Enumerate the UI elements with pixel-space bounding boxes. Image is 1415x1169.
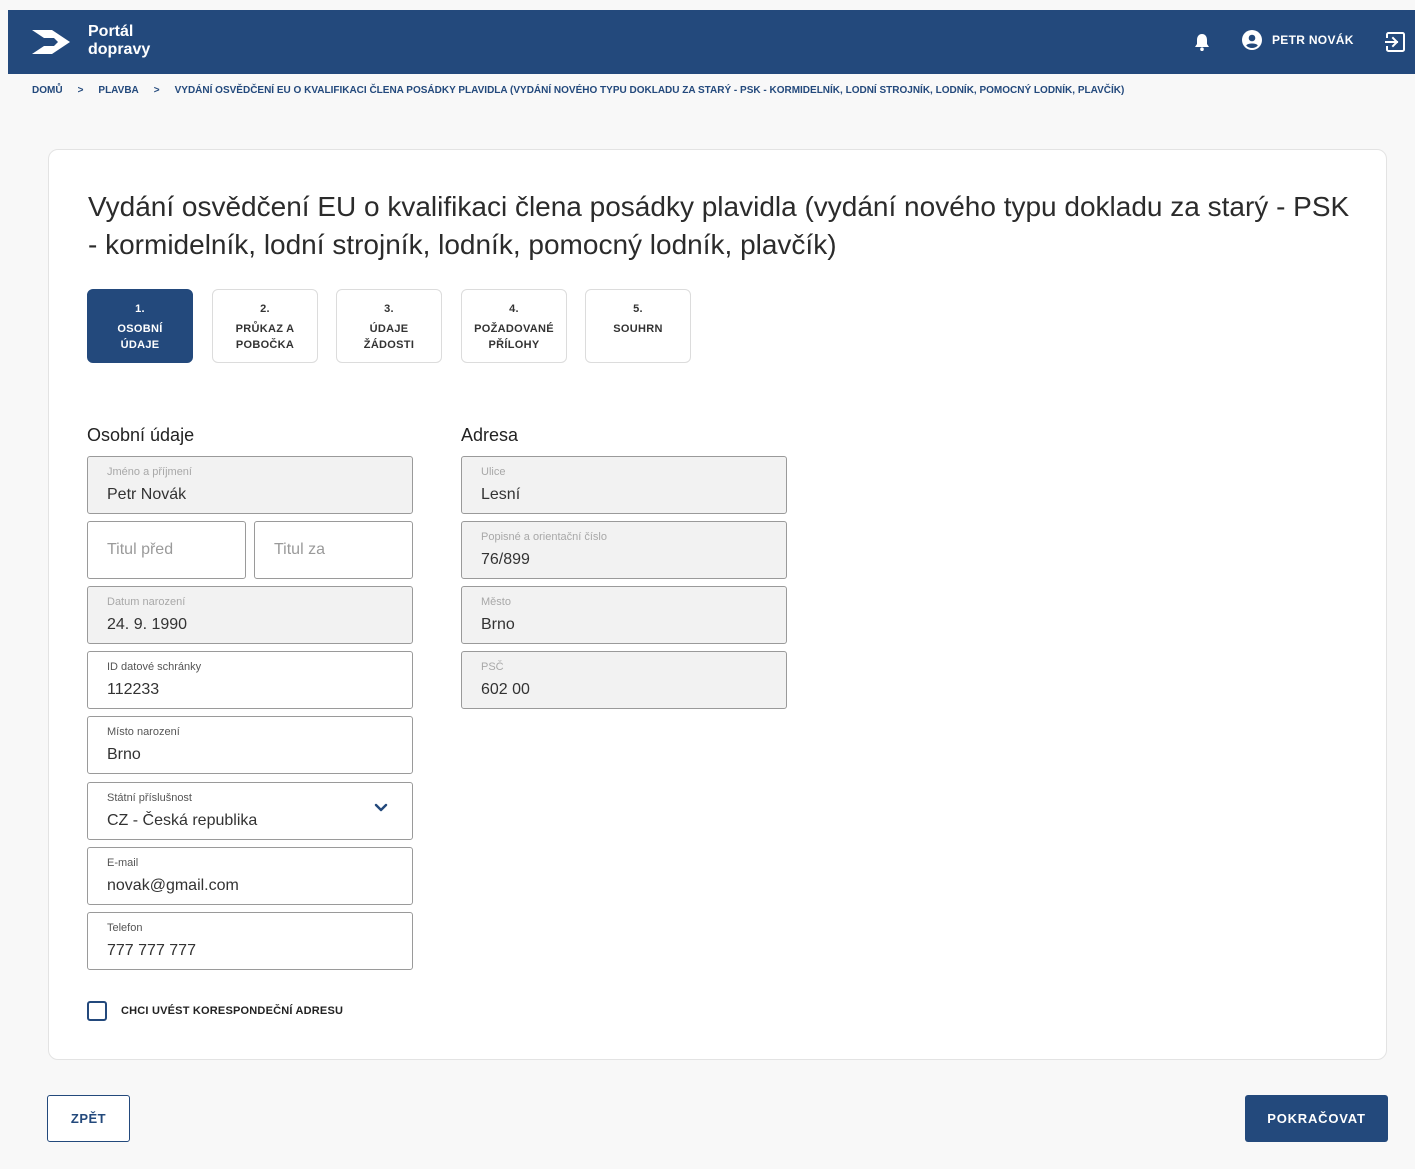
field-value: Brno bbox=[481, 616, 515, 633]
step-number: 5. bbox=[633, 303, 643, 315]
field-label: Popisné a orientační číslo bbox=[481, 531, 607, 543]
step-number: 2. bbox=[260, 303, 270, 315]
chevron-down-icon[interactable] bbox=[374, 803, 388, 813]
databox-id-field[interactable]: ID datové schránky 112233 bbox=[87, 651, 413, 709]
field-value: 602 00 bbox=[481, 681, 530, 698]
breadcrumb: DOMŮ > PLAVBA > VYDÁNÍ OSVĚDČENÍ EU O KV… bbox=[32, 85, 1124, 96]
field-value: 76/899 bbox=[481, 551, 530, 568]
step-label: SOUHRN bbox=[613, 323, 663, 335]
field-label: Místo narození bbox=[107, 726, 180, 738]
brand-line-1: Portál bbox=[88, 23, 134, 40]
field-label: PSČ bbox=[481, 661, 504, 673]
field-label: Telefon bbox=[107, 922, 143, 934]
citizenship-select[interactable]: Státní příslušnost CZ - Česká republika bbox=[87, 782, 413, 840]
field-value: 24. 9. 1990 bbox=[107, 616, 188, 633]
field-placeholder: Titul za bbox=[274, 541, 325, 558]
brand-line-2: dopravy bbox=[88, 41, 151, 58]
field-placeholder: Titul před bbox=[107, 541, 174, 558]
address-section-title: Adresa bbox=[461, 425, 519, 445]
field-label: E-mail bbox=[107, 857, 139, 869]
page-title: Vydání osvědčení EU o kvalifikaci člena … bbox=[88, 191, 1350, 260]
zip-field[interactable]: PSČ 602 00 bbox=[461, 651, 787, 709]
step-1-personal-data[interactable]: 1. OSOBNÍ ÚDAJE bbox=[87, 289, 193, 363]
field-value: Brno bbox=[107, 746, 141, 763]
field-value: CZ - Česká republika bbox=[107, 812, 258, 829]
breadcrumb-item-current: VYDÁNÍ OSVĚDČENÍ EU O KVALIFIKACI ČLENA … bbox=[174, 85, 1125, 96]
phone-field[interactable]: Telefon 777 777 777 bbox=[87, 912, 413, 970]
field-label: ID datové schránky bbox=[107, 661, 202, 673]
step-label: ÚDAJE ŽÁDOSTI bbox=[363, 323, 415, 351]
logout-icon[interactable] bbox=[1383, 30, 1407, 54]
title-before-field[interactable]: Titul před bbox=[87, 521, 246, 579]
step-number: 3. bbox=[384, 303, 394, 315]
field-label: Datum narození bbox=[107, 596, 186, 608]
breadcrumb-separator: > bbox=[153, 85, 160, 96]
correspondence-address-checkbox[interactable] bbox=[87, 1001, 107, 1021]
step-number: 4. bbox=[509, 303, 519, 315]
brand-title[interactable]: Portál dopravy bbox=[88, 23, 150, 59]
field-value: 777 777 777 bbox=[107, 942, 196, 959]
field-label: Ulice bbox=[481, 466, 506, 478]
checkbox-label: CHCI UVÉST KORESPONDEČNÍ ADRESU bbox=[121, 1005, 344, 1017]
step-label: POŽADOVANÉ PŘÍLOHY bbox=[474, 323, 554, 351]
personal-section-title: Osobní údaje bbox=[87, 425, 195, 445]
step-4-attachments[interactable]: 4. POŽADOVANÉ PŘÍLOHY bbox=[461, 289, 567, 363]
logo-arrow-icon[interactable] bbox=[30, 24, 74, 60]
city-field[interactable]: Město Brno bbox=[461, 586, 787, 644]
field-label: Státní příslušnost bbox=[107, 792, 192, 804]
street-field[interactable]: Ulice Lesní bbox=[461, 456, 787, 514]
continue-button[interactable]: POKRAČOVAT bbox=[1245, 1095, 1388, 1142]
back-button[interactable]: ZPĚT bbox=[47, 1095, 130, 1142]
house-number-field[interactable]: Popisné a orientační číslo 76/899 bbox=[461, 521, 787, 579]
step-5-summary[interactable]: 5. SOUHRN bbox=[585, 289, 691, 363]
bell-icon[interactable] bbox=[1192, 32, 1212, 52]
field-value: 112233 bbox=[107, 681, 160, 698]
email-field[interactable]: E-mail novak@gmail.com bbox=[87, 847, 413, 905]
step-label: PRŮKAZ A POBOČKA bbox=[235, 323, 295, 351]
correspondence-address-toggle[interactable]: CHCI UVÉST KORESPONDEČNÍ ADRESU bbox=[87, 1001, 343, 1021]
field-value: novak@gmail.com bbox=[107, 877, 239, 894]
step-2-card-branch[interactable]: 2. PRŮKAZ A POBOČKA bbox=[212, 289, 318, 363]
field-label: Město bbox=[481, 596, 511, 608]
breadcrumb-separator: > bbox=[77, 85, 84, 96]
breadcrumb-item-plavba[interactable]: PLAVBA bbox=[98, 85, 138, 96]
user-circle-icon bbox=[1242, 30, 1262, 50]
user-menu[interactable]: PETR NOVÁK bbox=[1242, 30, 1354, 50]
field-value: Lesní bbox=[481, 486, 521, 503]
title-after-field[interactable]: Titul za bbox=[254, 521, 413, 579]
step-3-request-data[interactable]: 3. ÚDAJE ŽÁDOSTI bbox=[336, 289, 442, 363]
step-number: 1. bbox=[135, 303, 145, 315]
top-navigation-bar: Portál dopravy PETR NOVÁK bbox=[8, 10, 1415, 74]
step-label: OSOBNÍ ÚDAJE bbox=[117, 323, 163, 351]
birth-date-field[interactable]: Datum narození 24. 9. 1990 bbox=[87, 586, 413, 644]
birth-place-field[interactable]: Místo narození Brno bbox=[87, 716, 413, 774]
user-name: PETR NOVÁK bbox=[1272, 33, 1354, 47]
name-field[interactable]: Jméno a příjmení Petr Novák bbox=[87, 456, 413, 514]
field-value: Petr Novák bbox=[107, 486, 187, 503]
breadcrumb-item-home[interactable]: DOMŮ bbox=[32, 85, 63, 96]
field-label: Jméno a příjmení bbox=[107, 466, 192, 478]
